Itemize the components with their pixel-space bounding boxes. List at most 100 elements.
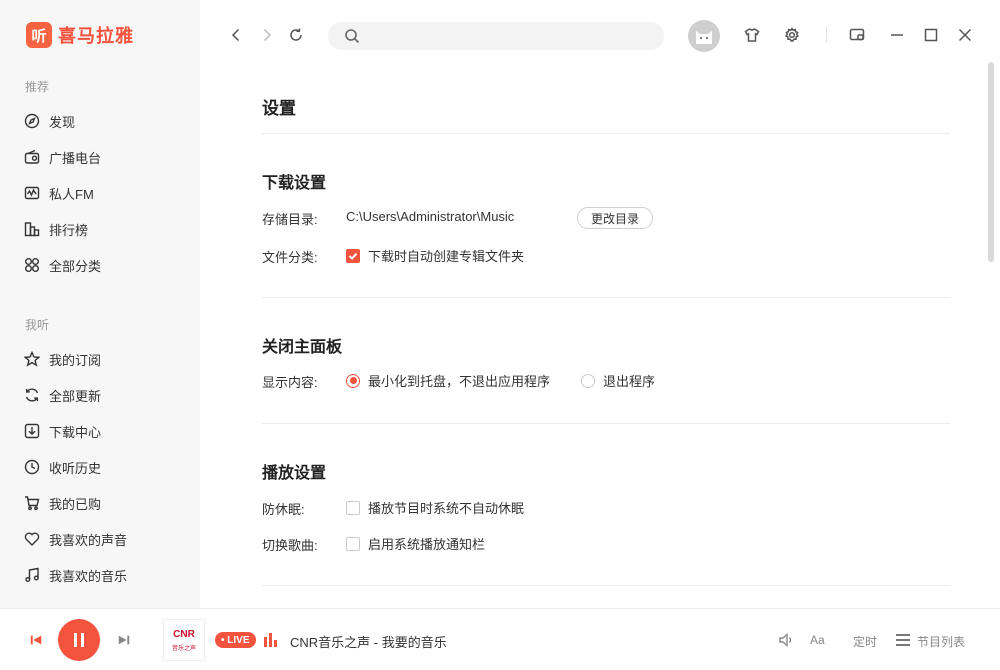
sidebar-item-label: 我喜欢的音乐 xyxy=(49,568,128,584)
notification-bar-text: 启用系统播放通知栏 xyxy=(368,537,486,552)
app-logo[interactable]: 听 喜马拉雅 xyxy=(26,22,134,48)
forward-button[interactable] xyxy=(256,24,278,46)
sidebar-item-subscriptions[interactable]: 我的订阅 xyxy=(23,347,101,371)
playlist-button[interactable]: 节目列表 xyxy=(917,633,965,650)
no-sleep-text: 播放节目时系统不自动休眠 xyxy=(368,501,525,516)
reload-icon xyxy=(290,28,302,41)
minimize-to-tray-text: 最小化到托盘，不退出应用程序 xyxy=(368,374,551,389)
pause-icon-bar xyxy=(81,633,84,647)
sidebar-item-updates[interactable]: 全部更新 xyxy=(23,383,101,407)
refresh-button[interactable] xyxy=(285,24,307,46)
sidebar-item-label: 下载中心 xyxy=(49,424,102,440)
music-note-icon xyxy=(23,566,41,584)
mini-mode-button[interactable] xyxy=(846,24,868,46)
page-title: 设置 xyxy=(262,99,296,118)
timer-button[interactable]: 定时 xyxy=(853,633,877,650)
sidebar-item-label: 我的已购 xyxy=(49,496,102,512)
sidebar-item-categories[interactable]: 全部分类 xyxy=(23,253,101,277)
divider xyxy=(826,27,827,43)
category-icon xyxy=(23,256,41,274)
live-badge: • LIVE xyxy=(215,632,256,648)
notification-bar-checkbox[interactable] xyxy=(346,536,360,551)
no-sleep-checkbox[interactable] xyxy=(346,500,360,515)
font-button[interactable]: Aa xyxy=(810,633,825,647)
sidebar-item-purchased[interactable]: 我的已购 xyxy=(23,491,101,515)
minimize-to-tray-option[interactable]: 最小化到托盘，不退出应用程序 xyxy=(346,371,550,390)
sidebar-item-fm[interactable]: 私人FM xyxy=(23,181,94,205)
back-button[interactable] xyxy=(225,24,247,46)
sidebar-item-discover[interactable]: 发现 xyxy=(23,109,75,133)
minimize-button[interactable] xyxy=(886,24,908,46)
notification-bar-option[interactable]: 启用系统播放通知栏 xyxy=(346,534,485,553)
no-sleep-option[interactable]: 播放节目时系统不自动休眠 xyxy=(346,498,524,517)
sidebar-item-label: 我喜欢的声音 xyxy=(49,532,128,548)
sidebar-item-history[interactable]: 收听历史 xyxy=(23,455,101,479)
close-button[interactable] xyxy=(954,24,976,46)
sidebar-item-downloads[interactable]: 下载中心 xyxy=(23,419,101,443)
skin-button[interactable] xyxy=(741,24,763,46)
close-icon xyxy=(958,28,972,42)
next-button[interactable] xyxy=(116,632,132,648)
sidebar-item-label: 私人FM xyxy=(49,186,94,202)
sidebar-item-liked-sounds[interactable]: 我喜欢的声音 xyxy=(23,527,127,551)
maximize-button[interactable] xyxy=(920,24,942,46)
star-icon xyxy=(23,350,41,368)
tshirt-icon xyxy=(744,28,760,42)
divider xyxy=(262,297,950,298)
search-icon xyxy=(345,29,360,44)
sidebar-item-label: 发现 xyxy=(49,114,76,130)
cart-icon xyxy=(23,494,41,512)
checkmark-icon xyxy=(348,252,358,260)
logo-text: 喜马拉雅 xyxy=(58,26,134,46)
cat-avatar-icon xyxy=(696,31,712,44)
cover-subtitle: 音乐之声 xyxy=(171,645,196,652)
next-icon xyxy=(118,635,130,645)
album-cover[interactable]: CNR 音乐之声 xyxy=(163,619,205,661)
exit-program-radio[interactable] xyxy=(581,373,595,388)
sidebar-item-radio[interactable]: 广播电台 xyxy=(23,145,101,169)
sidebar-item-ranking[interactable]: 排行榜 xyxy=(23,217,88,241)
previous-button[interactable] xyxy=(28,632,44,648)
refresh-icon xyxy=(23,386,41,404)
scrollbar[interactable] xyxy=(988,62,994,262)
divider xyxy=(262,423,950,424)
sidebar-item-label: 全部更新 xyxy=(49,388,102,404)
divider xyxy=(262,133,950,134)
sidebar-item-liked-music[interactable]: 我喜欢的音乐 xyxy=(23,563,127,587)
volume-button[interactable] xyxy=(778,632,794,653)
player-bar: CNR 音乐之声 • LIVE CNR音乐之声 - 我要的音乐 Aa 定时 节目… xyxy=(0,608,1000,670)
maximize-icon xyxy=(924,28,938,42)
auto-album-folder-text: 下载时自动创建专辑文件夹 xyxy=(368,249,525,264)
storage-dir-label: 存储目录: xyxy=(262,212,318,227)
sidebar-item-label: 全部分类 xyxy=(49,258,102,274)
download-icon xyxy=(23,422,41,440)
divider xyxy=(262,585,950,586)
avatar[interactable] xyxy=(688,20,720,52)
exit-program-option[interactable]: 退出程序 xyxy=(581,371,655,390)
radio-icon xyxy=(23,148,41,166)
search-input[interactable] xyxy=(370,26,650,46)
minimize-to-tray-radio[interactable] xyxy=(346,373,360,388)
sidebar: 听 喜马拉雅 推荐 发现 广播电台 私人FM 排行榜 全部分类 我听 我的订阅 … xyxy=(0,0,200,608)
file-classify-label: 文件分类: xyxy=(262,250,318,265)
gear-icon xyxy=(784,27,800,42)
volume-icon xyxy=(779,632,792,648)
switch-song-label: 切换歌曲: xyxy=(262,538,318,553)
playback-settings-heading: 播放设置 xyxy=(262,465,327,482)
playlist-icon xyxy=(896,634,910,646)
sidebar-item-label: 广播电台 xyxy=(49,150,102,166)
search-bar[interactable] xyxy=(328,22,664,50)
minimize-icon xyxy=(891,34,903,36)
chevron-right-icon xyxy=(263,28,272,42)
logo-icon: 听 xyxy=(26,22,52,48)
pause-button[interactable] xyxy=(58,619,100,661)
section-title-mylisten: 我听 xyxy=(25,318,50,332)
section-title-recommend: 推荐 xyxy=(25,80,50,94)
compass-icon xyxy=(23,112,41,130)
cover-title: CNR xyxy=(173,628,195,640)
auto-album-folder-option[interactable]: 下载时自动创建专辑文件夹 xyxy=(346,246,524,265)
auto-album-folder-checkbox[interactable] xyxy=(346,248,360,263)
settings-button[interactable] xyxy=(781,24,803,46)
track-title[interactable]: CNR音乐之声 - 我要的音乐 xyxy=(290,632,447,651)
change-dir-button[interactable]: 更改目录 xyxy=(577,207,653,229)
